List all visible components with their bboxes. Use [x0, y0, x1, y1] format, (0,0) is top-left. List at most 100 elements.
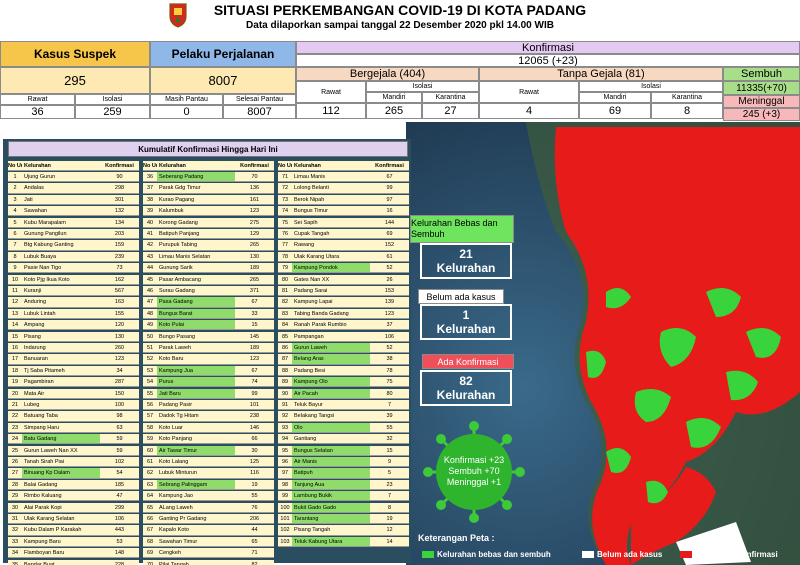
row-konfirmasi: 67	[370, 172, 409, 182]
row-konfirmasi: 101	[235, 400, 274, 410]
row-kelurahan: Batipuh Panjang	[157, 229, 235, 239]
row-konfirmasi: 287	[100, 377, 139, 387]
row-no: 79	[278, 263, 292, 273]
row-konfirmasi: 52	[370, 343, 409, 353]
row-kelurahan: Limau Manis	[292, 172, 370, 182]
table-row: 103 Teluk Kabung Utara 14	[278, 536, 409, 547]
table-row: 72 Lolong Belanti 99	[278, 183, 409, 194]
row-kelurahan: Pasa Gadang	[157, 297, 235, 307]
table-row: 95 Bungus Selatan 15	[278, 445, 409, 456]
row-no: 28	[8, 479, 22, 489]
row-kelurahan: Koto Lalang	[157, 457, 235, 467]
row-kelurahan: Pagambiran	[22, 377, 100, 387]
table-row: 28 Balai Gadang 185	[8, 479, 139, 490]
row-konfirmasi: 67	[235, 297, 274, 307]
row-kelurahan: Lolong Belanti	[292, 183, 370, 193]
table-row: 49 Koto Pulai 15	[143, 320, 274, 331]
table-header-row: No UrutKelurahan Konfirmasi	[8, 161, 139, 172]
row-konfirmasi: 70	[235, 172, 274, 182]
table-header-row: No UrutKelurahan Konfirmasi	[278, 161, 409, 172]
tanpa-gejala-karantina-value: 8	[651, 103, 723, 119]
row-konfirmasi: 14	[370, 536, 409, 546]
row-konfirmasi: 61	[370, 251, 409, 261]
row-kelurahan: Batipuh	[292, 468, 370, 478]
row-konfirmasi: 106	[100, 514, 139, 524]
row-no: 81	[278, 286, 292, 296]
suspek-isolasi-label: Isolasi	[75, 94, 150, 105]
row-kelurahan: Belakang Tangsi	[292, 411, 370, 421]
row-kelurahan: Tabing Banda Gadang	[292, 308, 370, 318]
row-kelurahan: Dadok Tg Hitam	[157, 411, 235, 421]
row-no: 3	[8, 194, 22, 204]
table-row: 43 Limau Manis Selatan 130	[143, 251, 274, 262]
row-no: 58	[143, 422, 157, 432]
row-konfirmasi: 228	[100, 559, 139, 565]
row-kelurahan: Padang Pasir	[157, 400, 235, 410]
meninggal-value: 245 (+3)	[723, 108, 800, 121]
row-konfirmasi: 9	[370, 457, 409, 467]
table-row: 74 Bungus Timur 16	[278, 206, 409, 217]
row-kelurahan: Binuang Kp Dalam	[22, 468, 100, 478]
row-kelurahan: Andalas	[22, 183, 100, 193]
row-kelurahan: Banuaran	[22, 354, 100, 364]
row-kelurahan: Batu Gadang	[22, 434, 100, 444]
row-konfirmasi: 134	[100, 217, 139, 227]
bebas-label: Kelurahan Bebas dan Sembuh	[410, 215, 514, 243]
row-no: 27	[8, 468, 22, 478]
legend-white: Belum ada kasus	[582, 550, 662, 559]
table-row: 90 Air Pacah 80	[278, 388, 409, 399]
row-konfirmasi: 123	[235, 354, 274, 364]
row-no: 35	[8, 559, 22, 565]
row-konfirmasi: 189	[235, 263, 274, 273]
row-no: 74	[278, 206, 292, 216]
row-konfirmasi: 32	[370, 434, 409, 444]
row-konfirmasi: 130	[235, 251, 274, 261]
tanpa-gejala-rawat-value: 4	[479, 103, 579, 119]
page-title: SITUASI PERKEMBANGAN COVID-19 DI KOTA PA…	[213, 2, 587, 18]
row-no: 64	[143, 491, 157, 501]
row-konfirmasi: 150	[100, 388, 139, 398]
row-kelurahan: Kurao Pagang	[157, 194, 235, 204]
row-no: 72	[278, 183, 292, 193]
row-kelurahan: Kuranji	[22, 286, 100, 296]
table-row: 98 Tanjung Aua 23	[278, 479, 409, 490]
ada-count-box: 82 Kelurahan	[420, 370, 512, 406]
row-konfirmasi: 123	[370, 308, 409, 318]
row-konfirmasi: 15	[370, 445, 409, 455]
row-no: 70	[143, 559, 157, 565]
table-row: 80 Gates Nan XX 26	[278, 274, 409, 285]
row-no: 88	[278, 365, 292, 375]
row-kelurahan: Belang Aras	[292, 354, 370, 364]
row-kelurahan: Cupak Tangah	[292, 229, 370, 239]
row-konfirmasi: 189	[235, 343, 274, 353]
legend-white-label: Belum ada kasus	[597, 550, 663, 559]
row-konfirmasi: 299	[100, 502, 139, 512]
row-no: 8	[8, 251, 22, 261]
table-row: 21 Lubeg 100	[8, 400, 139, 411]
tanpa-gejala-mandiri-value: 69	[579, 103, 651, 119]
ada-unit: Kelurahan	[436, 388, 496, 402]
row-no: 9	[8, 263, 22, 273]
row-kelurahan: Teluk Bayur	[292, 400, 370, 410]
row-no: 101	[278, 514, 292, 524]
row-kelurahan: Kampung Baru	[22, 536, 100, 546]
row-kelurahan: Gurun Laweh	[292, 343, 370, 353]
row-kelurahan: Bungo Pasang	[157, 331, 235, 341]
table-row: 59 Koto Panjang 66	[143, 434, 274, 445]
row-konfirmasi: 159	[100, 240, 139, 250]
row-no: 32	[8, 525, 22, 535]
row-kelurahan: Rawang	[292, 240, 370, 250]
row-no: 33	[8, 536, 22, 546]
row-konfirmasi: 97	[370, 194, 409, 204]
row-konfirmasi: 74	[235, 377, 274, 387]
header-konfirmasi: Konfirmasi	[105, 163, 134, 169]
table-row: 58 Koto Luar 146	[143, 422, 274, 433]
table-row: 8 Lubuk Buaya 239	[8, 251, 139, 262]
row-no: 100	[278, 502, 292, 512]
table-row: 42 Purupuk Tabing 265	[143, 240, 274, 251]
row-kelurahan: Korong Gadang	[157, 217, 235, 227]
bergejala-karantina-label: Karantina	[422, 92, 479, 103]
row-no: 26	[8, 457, 22, 467]
table-row: 73 Berok Nipah 97	[278, 194, 409, 205]
header-no: No Urut	[8, 163, 22, 169]
